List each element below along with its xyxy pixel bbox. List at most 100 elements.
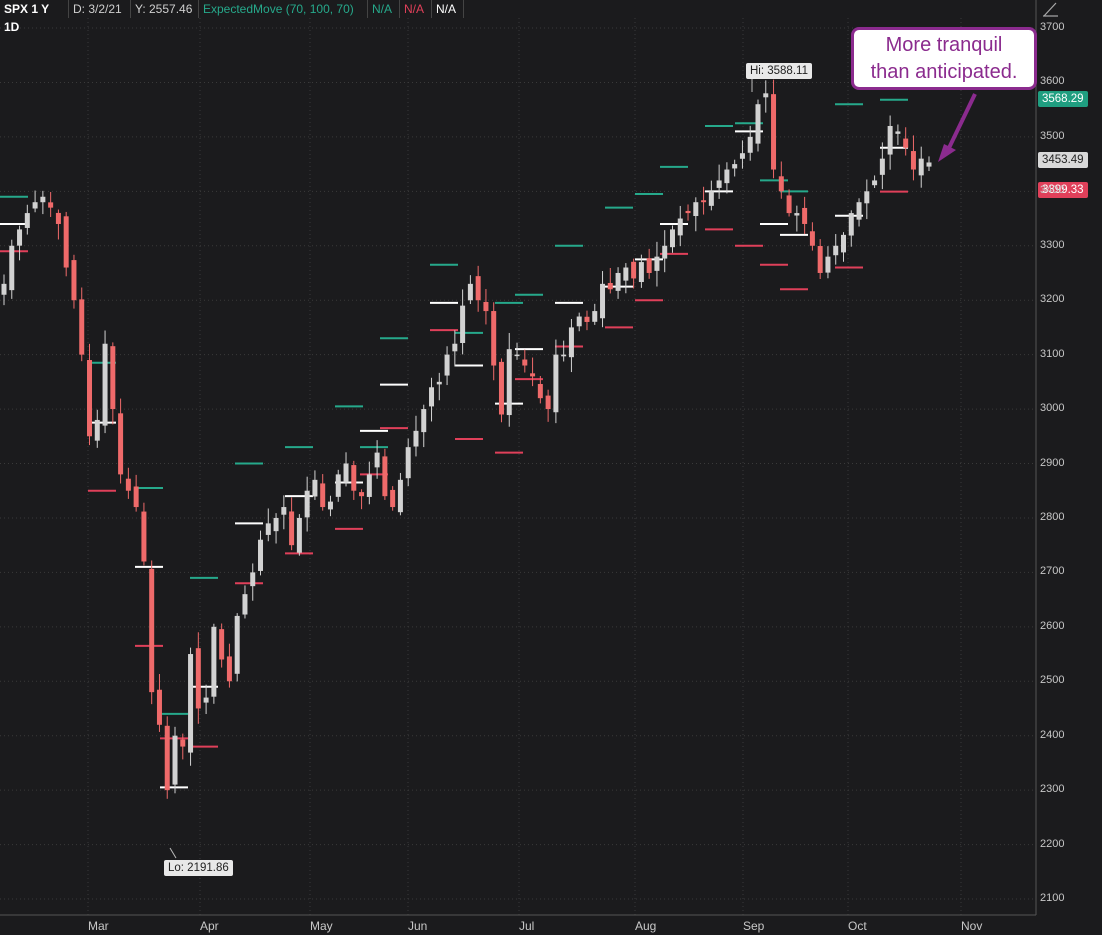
price-chart[interactable] [0,0,1102,935]
candle-body [514,354,520,357]
candle [498,358,504,423]
candle-body [444,354,450,376]
study-label[interactable]: ExpectedMove (70, 100, 70) [199,0,368,18]
candle [553,339,559,424]
candle [258,530,264,576]
candle [739,140,745,169]
price-tick-label: 2800 [1040,510,1065,523]
candle [63,211,69,277]
candle-body [296,517,302,553]
candle [592,303,598,325]
candle [188,647,194,766]
candle-body [701,200,707,203]
candle-body [553,354,559,413]
candle [522,349,528,373]
price-tick-label: 3600 [1040,75,1065,88]
candle-body [926,162,932,167]
candle-body [732,164,738,169]
candle-body [887,125,893,155]
time-tick-label: Nov [961,919,983,933]
candle-body [397,479,403,513]
candle [234,613,240,682]
price-tick-label: 2900 [1040,456,1065,469]
candle-body [537,383,543,399]
candle [631,258,637,289]
candle-body [724,169,730,184]
candle-body [607,282,613,290]
candle [584,310,590,331]
candle [887,115,893,170]
candle-body [118,413,124,475]
candle [429,377,435,422]
candle-body [895,131,901,134]
candle-body [872,180,878,186]
candle [732,159,738,177]
candle [623,263,629,294]
candle-body [219,629,225,660]
candle-body [156,689,162,725]
price-tick-label: 2100 [1040,892,1065,904]
study-value-upper: N/A [368,0,400,18]
candle [141,502,147,566]
candle-body [164,725,170,791]
candle [530,357,536,387]
candle-body [918,158,924,176]
candle-body [32,202,38,209]
candle [607,268,613,294]
candle-body [55,212,61,224]
candle-body [40,196,46,203]
last-price-tag: 3453.49 [1038,152,1088,168]
expected-move-set [635,193,663,302]
candle [164,716,170,799]
candle-body [188,654,194,753]
pencil-icon[interactable] [1040,0,1062,18]
candle [421,404,427,448]
candle [685,204,691,221]
expected-move-set [605,206,633,329]
candle-body [778,176,784,192]
candle-body [125,478,131,491]
candle-body [708,191,714,206]
candle [281,495,287,530]
candle [561,340,567,362]
candle [483,289,489,325]
candle [9,239,15,299]
candle [491,302,497,381]
candle [226,643,232,688]
price-tick-label: 2200 [1040,837,1065,850]
price-tick-label: 2500 [1040,674,1065,687]
low-label: Lo: 2191.86 [164,860,233,876]
candle [475,265,481,312]
candle-body [304,490,310,518]
candle-body [809,231,815,246]
price-tick-label: 3000 [1040,402,1065,415]
candle [110,342,116,425]
candle-body [755,104,761,144]
candle-body [662,245,668,259]
candle [1,274,7,306]
candle-body [475,276,481,301]
price-tick-label: 3700 [1040,21,1065,33]
candle [203,684,209,715]
candle-body [343,463,349,483]
candle [219,623,225,668]
candle [545,389,551,422]
candle-body [413,430,419,447]
expected-move-set [780,190,808,291]
candle-body [366,474,372,497]
candle-body [429,387,435,407]
time-tick-label: Apr [200,919,219,933]
candle [864,179,870,220]
price-tick-label: 3500 [1040,129,1065,142]
candle-body [79,299,85,355]
candle-body [94,419,100,441]
candle-body [794,213,800,216]
candle [514,342,520,360]
candle [444,346,450,386]
candle-body [739,153,745,159]
candle-body [576,316,582,327]
candle [312,470,318,500]
time-tick-label: Mar [88,919,109,933]
symbol-label[interactable]: SPX 1 Y 1D [0,0,69,34]
candle [600,271,606,328]
